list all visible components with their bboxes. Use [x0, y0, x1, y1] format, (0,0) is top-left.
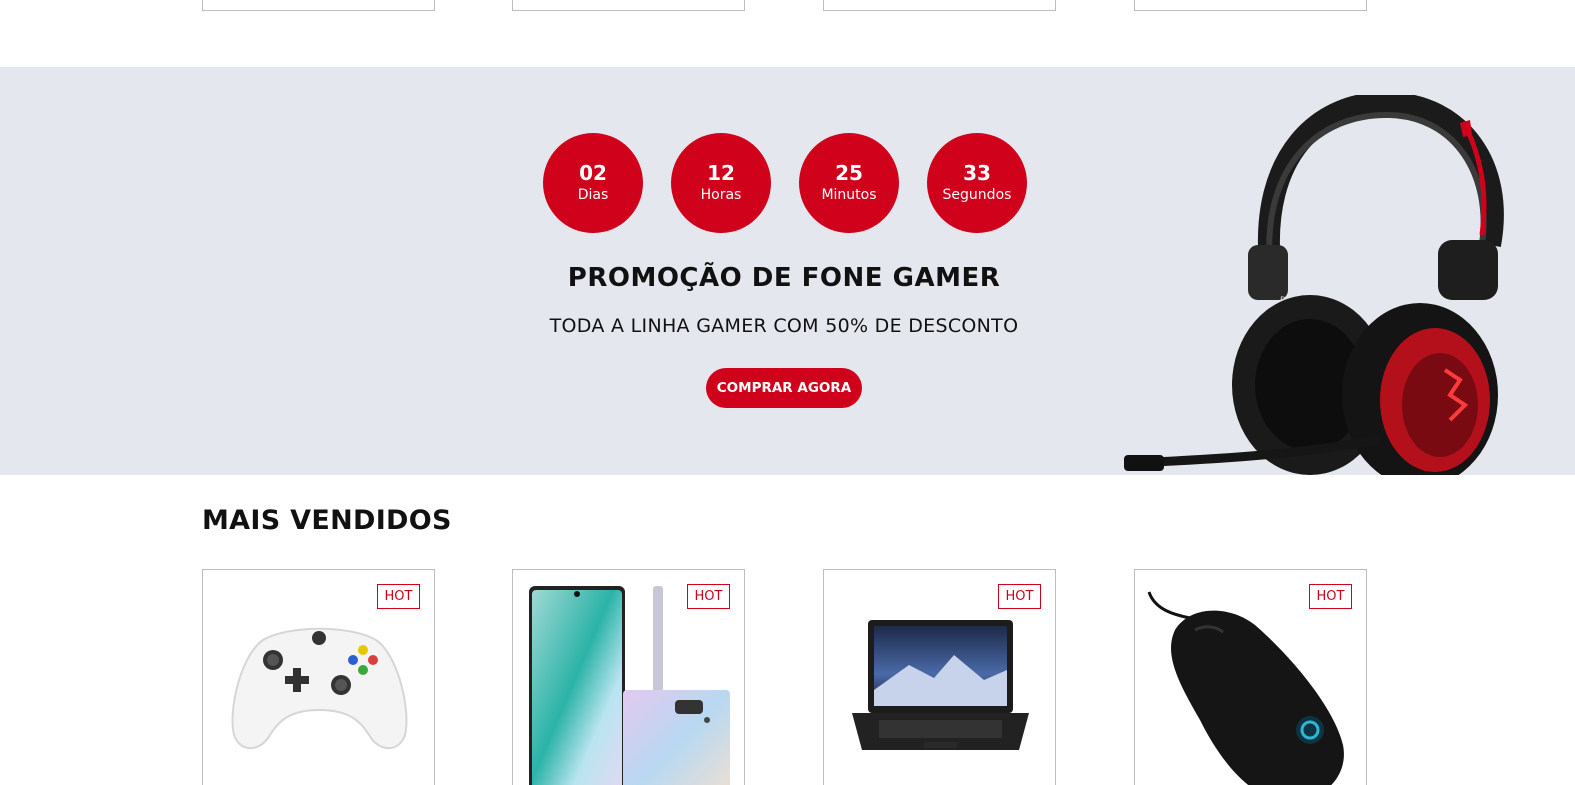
countdown-label: Dias	[577, 187, 609, 203]
buy-now-button[interactable]: COMPRAR AGORA	[706, 368, 862, 408]
hot-badge: HOT	[377, 584, 420, 609]
countdown-minutes: 25 Minutos	[799, 133, 899, 233]
countdown-value: 02	[579, 161, 607, 185]
product-card[interactable]: HOT	[823, 569, 1056, 785]
section-title-best-sellers: MAIS VENDIDOS	[202, 505, 452, 536]
countdown-label: Segundos	[942, 187, 1012, 203]
product-card[interactable]: HOT	[202, 569, 435, 785]
product-card[interactable]: HOT	[512, 569, 745, 785]
countdown-value: 25	[835, 161, 863, 185]
countdown-label: Minutos	[821, 187, 877, 203]
product-card[interactable]	[1134, 0, 1367, 11]
countdown-hours: 12 Horas	[671, 133, 771, 233]
hot-badge: HOT	[998, 584, 1041, 609]
top-product-row	[0, 0, 1575, 67]
countdown-timer: 02 Dias 12 Horas 25 Minutos 33 Segundos	[543, 133, 1027, 233]
product-card[interactable]	[823, 0, 1056, 11]
gaming-headset-image: R	[1124, 95, 1504, 475]
promo-banner: 02 Dias 12 Horas 25 Minutos 33 Segundos …	[0, 67, 1575, 475]
product-card[interactable]: HOT	[1134, 569, 1367, 785]
hot-badge: HOT	[687, 584, 730, 609]
countdown-label: Horas	[700, 187, 742, 203]
countdown-value: 33	[963, 161, 991, 185]
product-card[interactable]	[512, 0, 745, 11]
countdown-days: 02 Dias	[543, 133, 643, 233]
countdown-value: 12	[707, 161, 735, 185]
countdown-seconds: 33 Segundos	[927, 133, 1027, 233]
product-card[interactable]	[202, 0, 435, 11]
hot-badge: HOT	[1309, 584, 1352, 609]
